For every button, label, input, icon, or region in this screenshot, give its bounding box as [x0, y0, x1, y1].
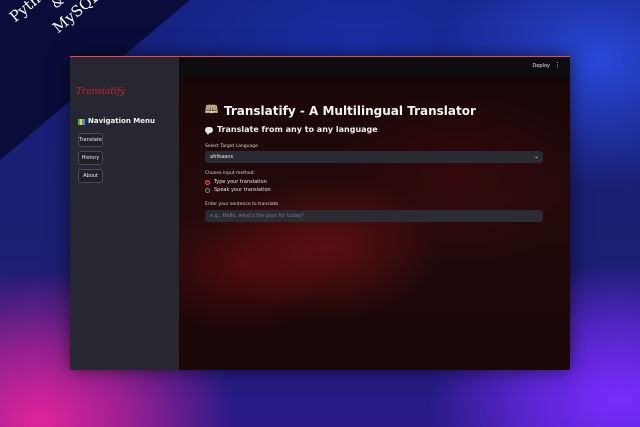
top-toolbar: Deploy ⋮ [179, 57, 570, 77]
nav-heading-label: Navigation Menu [88, 117, 155, 125]
more-menu-icon[interactable]: ⋮ [554, 61, 561, 69]
book-icon: 🕮 [205, 103, 218, 116]
target-language-select[interactable]: afrikaans ⌄ [205, 151, 543, 163]
sidebar-item-about[interactable]: About [78, 169, 103, 183]
sidebar-item-history[interactable]: History [78, 151, 103, 165]
sidebar-item-translate[interactable]: Translate [78, 133, 103, 147]
page-subtitle-text: Translate from any to any language [217, 125, 378, 134]
chevron-down-icon: ⌄ [533, 153, 539, 160]
input-method-label: Choose input method: [205, 171, 255, 176]
sentence-label: Enter your sentence to translate [205, 202, 279, 207]
target-language-label: Select Target Language [205, 144, 258, 149]
page-title-text: Translatify - A Multilingual Translator [223, 103, 476, 118]
radio-type-label: Type your translation [214, 179, 267, 185]
target-language-value: afrikaans [210, 154, 233, 160]
nav-heading: Navigation Menu [78, 117, 155, 125]
app-window: Translatify Navigation Menu Translate Hi… [70, 56, 570, 370]
page-title: 🕮 Translatify - A Multilingual Translato… [205, 101, 476, 120]
sentence-placeholder: e.g., Hello, what's the plan for today? [210, 213, 304, 219]
main-content: Deploy ⋮ 🕮 Translatify - A Multilingual … [179, 57, 570, 370]
page-subtitle: Translate from any to any language [205, 125, 378, 135]
sentence-input[interactable]: e.g., Hello, what's the plan for today? [205, 210, 543, 222]
radio-unselected-icon[interactable] [205, 187, 210, 193]
books-icon [78, 118, 85, 125]
radio-speak-translation[interactable]: Speak your translation [205, 187, 271, 193]
radio-selected-icon[interactable] [205, 179, 210, 185]
speech-bubble-icon [205, 126, 213, 135]
radio-speak-label: Speak your translation [214, 187, 271, 193]
app-logo: Translatify [76, 87, 126, 97]
deploy-button[interactable]: Deploy [532, 63, 550, 69]
radio-type-translation[interactable]: Type your translation [205, 179, 267, 185]
sidebar: Translatify Navigation Menu Translate Hi… [70, 57, 179, 370]
